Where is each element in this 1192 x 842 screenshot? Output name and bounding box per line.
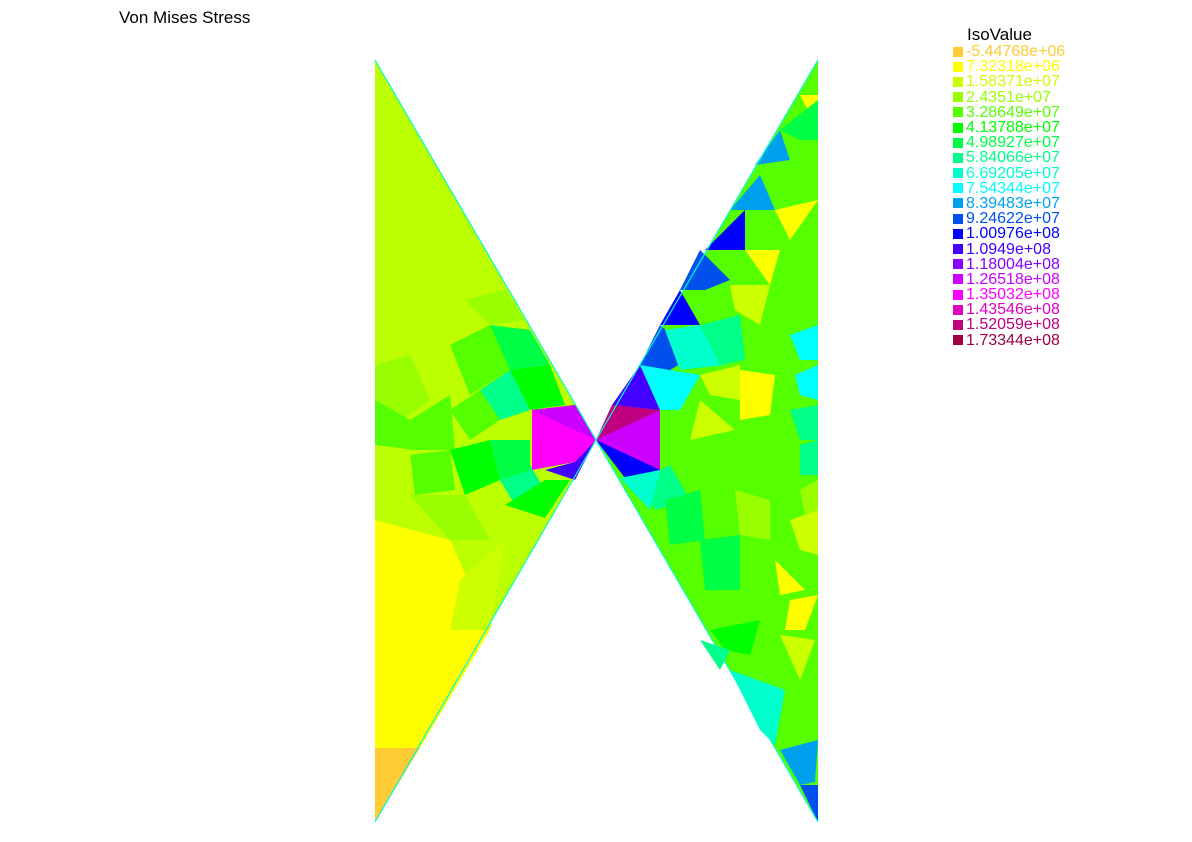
left-region-green-5	[410, 450, 455, 495]
legend-label: 1.73344e+08	[966, 331, 1060, 349]
left-part	[375, 60, 596, 822]
legend-label: 4.98927e+07	[966, 134, 1060, 152]
legend-swatch	[953, 92, 963, 103]
legend-label: 7.54344e+07	[966, 179, 1060, 197]
legend-label: 1.26518e+08	[966, 270, 1060, 288]
legend-label: 1.58371e+07	[966, 73, 1060, 91]
legend-swatch	[953, 183, 963, 194]
legend-entry: 1.35032e+08	[953, 286, 1065, 304]
legend-entry: -5.44768e+06	[953, 43, 1066, 61]
legend-swatch	[953, 244, 963, 255]
legend-swatch	[953, 289, 963, 300]
legend-entry: 1.52059e+08	[953, 316, 1065, 334]
right-region-yellow-3	[740, 370, 775, 420]
legend-label: 7.32318e+06	[966, 58, 1060, 76]
legend-entry: 8.39483e+07	[953, 194, 1065, 212]
legend-swatch	[953, 319, 963, 330]
legend-entry: 5.84066e+07	[953, 149, 1065, 167]
legend-entry: 1.43546e+08	[953, 301, 1065, 319]
legend-label: 4.13788e+07	[966, 119, 1060, 137]
legend-label: 1.35032e+08	[966, 286, 1060, 304]
legend-title: IsoValue	[967, 25, 1032, 44]
legend-entry: 2.4351e+07	[953, 88, 1065, 106]
legend-entry: 1.0949e+08	[953, 240, 1065, 258]
legend-label: 3.28649e+07	[966, 103, 1060, 121]
legend-swatch	[953, 107, 963, 118]
legend-label: 1.0949e+08	[966, 240, 1051, 258]
legend-entry: 6.69205e+07	[953, 164, 1065, 182]
legend-swatch	[953, 213, 963, 224]
right-region-green-3	[700, 535, 740, 590]
legend-swatch	[953, 46, 963, 57]
legend-entry: 1.18004e+08	[953, 255, 1065, 273]
legend-swatch	[953, 76, 963, 87]
legend-entry: 3.28649e+07	[953, 103, 1065, 121]
legend-entry: 1.00976e+08	[953, 225, 1065, 243]
right-region-teal-4	[800, 440, 818, 475]
right-part	[596, 60, 818, 822]
legend-rows: -5.44768e+06 7.32318e+06 1.58371e+07 2.4351…	[953, 44, 1065, 348]
legend-label: 8.39483e+07	[966, 194, 1060, 212]
legend-entry: 1.58371e+07	[953, 73, 1065, 91]
legend-label: 1.43546e+08	[966, 301, 1060, 319]
legend-swatch	[953, 228, 963, 239]
legend-swatch	[953, 152, 963, 163]
legend-swatch	[953, 274, 963, 285]
legend-label: 5.84066e+07	[966, 149, 1060, 167]
legend-label: 6.69205e+07	[966, 164, 1060, 182]
legend-swatch	[953, 304, 963, 315]
legend-label: 9.24622e+07	[966, 210, 1060, 228]
legend-swatch	[953, 259, 963, 270]
legend-label: 1.18004e+08	[966, 255, 1060, 273]
legend-swatch	[953, 168, 963, 179]
legend-swatch	[953, 137, 963, 148]
legend-entry: 1.73344e+08	[953, 331, 1065, 349]
legend-swatch	[953, 122, 963, 133]
legend-entry: 1.26518e+08	[953, 270, 1065, 288]
isovalue-legend: IsoValue -5.44768e+06 7.32318e+06 1.58371e…	[953, 26, 1065, 348]
legend-label: 1.00976e+08	[966, 225, 1060, 243]
legend-label: 1.52059e+08	[966, 316, 1060, 334]
legend-entry: 7.32318e+06	[953, 58, 1065, 76]
legend-entry: 9.24622e+07	[953, 210, 1065, 228]
legend-entry: 4.98927e+07	[953, 134, 1065, 152]
legend-label: 2.4351e+07	[966, 88, 1051, 106]
legend-entry: 4.13788e+07	[953, 119, 1065, 137]
legend-swatch	[953, 198, 963, 209]
legend-label: -5.44768e+06	[966, 43, 1066, 61]
legend-swatch	[953, 61, 963, 72]
legend-entry: 7.54344e+07	[953, 179, 1065, 197]
legend-swatch	[953, 335, 963, 346]
